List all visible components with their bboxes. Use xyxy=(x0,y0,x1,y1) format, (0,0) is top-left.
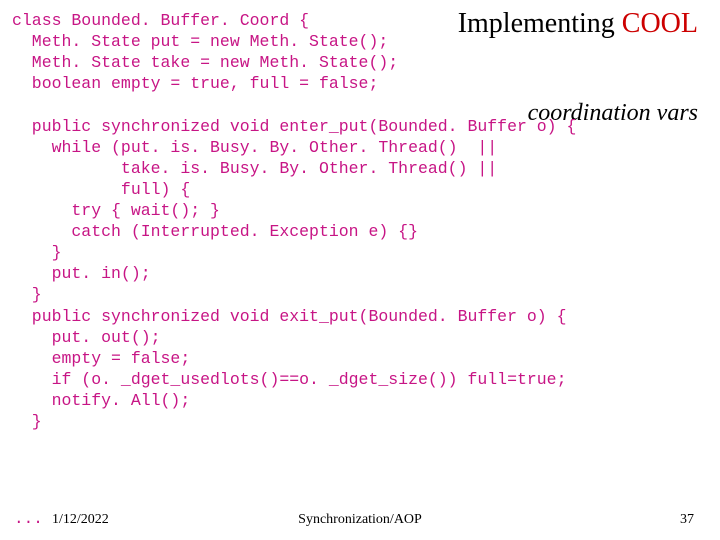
title-cool: COOL xyxy=(622,8,698,39)
footer-center: Synchronization/AOP xyxy=(0,512,720,528)
code-block: class Bounded. Buffer. Coord { Meth. Sta… xyxy=(12,10,576,432)
footer-page: 37 xyxy=(680,512,694,528)
